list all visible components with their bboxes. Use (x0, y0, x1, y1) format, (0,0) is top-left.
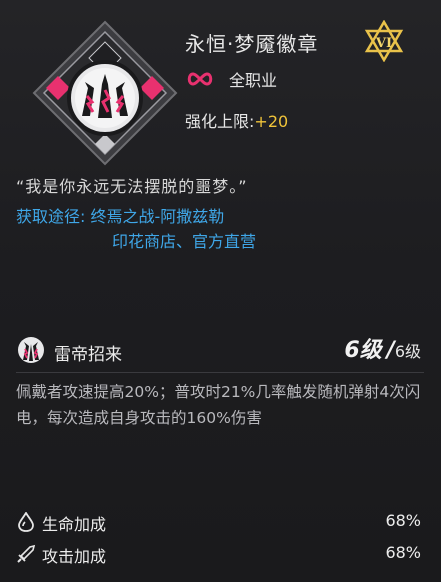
enhance-limit: 强化上限:+20 (185, 108, 288, 132)
enhance-limit-value: +20 (254, 112, 289, 131)
stat-row-hp: 生命加成 68% (16, 509, 421, 535)
skill-header: 雷帝招来 6级 /6级 (16, 332, 421, 368)
stat-label: 生命加成 (42, 515, 107, 534)
skill-description: 佩戴者攻速提高20%；普攻时21%几率触发随机弹射4次闪电，每次造成自身攻击的1… (16, 383, 421, 427)
infinity-icon (187, 72, 213, 86)
nightmare-badge-emblem (32, 20, 178, 166)
sword-icon (17, 544, 36, 563)
tier-badge: VI (363, 19, 405, 63)
skill-level-separator: / (386, 338, 395, 363)
tier-label: VI (375, 36, 392, 51)
class-label: 全职业 (229, 71, 278, 90)
acquisition-source: 获取途径: 终焉之战-阿撒兹勒 印花商店、官方直营 (16, 204, 256, 254)
class-row: 全职业 (185, 67, 277, 91)
stat-label: 攻击加成 (42, 547, 107, 566)
item-name: 永恒·梦魇徽章 (185, 32, 319, 56)
flavor-quote: “我是你永远无法摆脱的噩梦。” (16, 177, 248, 196)
skill-name: 雷帝招来 (54, 345, 122, 365)
source-line-2: 印花商店、官方直营 (112, 232, 257, 251)
stat-value: 68% (385, 543, 421, 562)
stat-value: 68% (385, 511, 421, 530)
thunder-claw-icon (18, 337, 44, 363)
skill-level-max: 6级 (394, 342, 421, 361)
enhance-limit-label: 强化上限: (185, 112, 255, 131)
badge-detail-card: 永恒·梦魇徽章 VI 全职业 强化上限:+20 “我是你永远无法摆脱的噩梦。” … (0, 0, 441, 582)
skill-level: 6级 /6级 (344, 332, 421, 364)
skill-level-current: 6级 (344, 338, 382, 363)
source-line-1: 获取途径: 终焉之战-阿撒兹勒 (16, 207, 225, 226)
stat-row-attack: 攻击加成 68% (16, 541, 421, 567)
star-of-david-icon: VI (364, 19, 404, 63)
divider (16, 372, 424, 373)
water-drop-icon (18, 512, 34, 532)
